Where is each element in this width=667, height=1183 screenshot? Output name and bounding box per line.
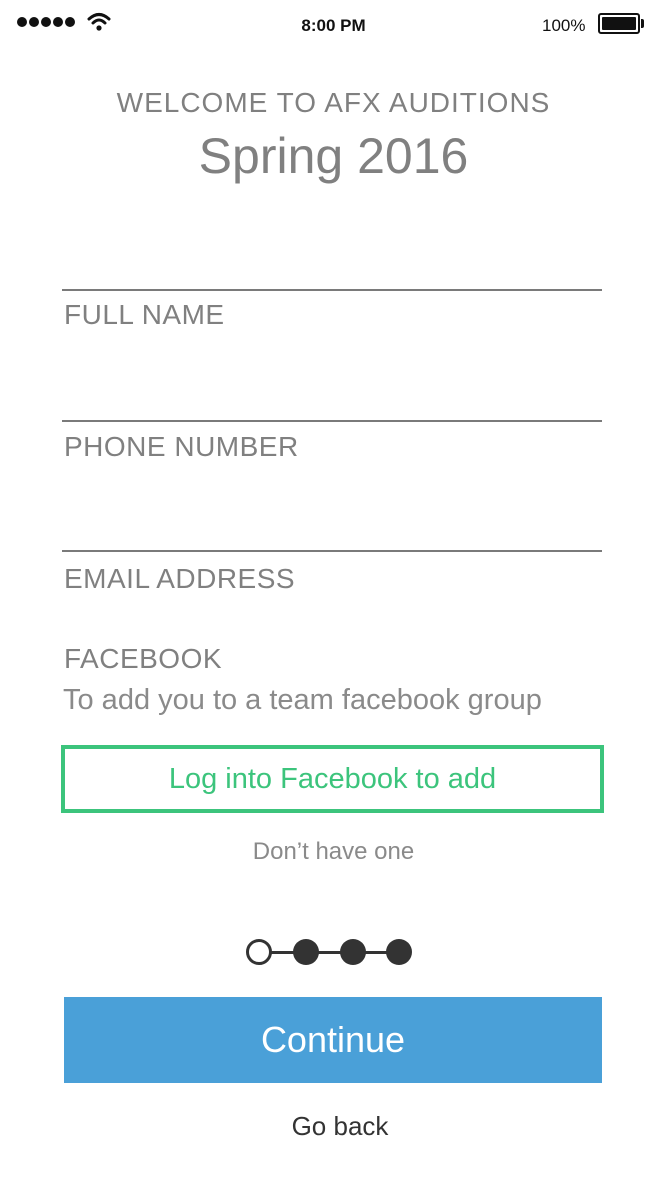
battery-icon — [598, 13, 640, 34]
facebook-login-button[interactable]: Log into Facebook to add — [61, 745, 604, 813]
go-back-link[interactable]: Go back — [0, 1111, 667, 1142]
step-3 — [340, 939, 366, 965]
welcome-title: WELCOME TO AFX AUDITIONS — [116, 87, 551, 118]
facebook-label: FACEBOOK — [64, 643, 223, 674]
step-4 — [386, 939, 412, 965]
facebook-description: To add you to a team facebook group — [63, 684, 542, 716]
email-underline — [62, 550, 602, 552]
season-title: Spring 2016 — [198, 128, 469, 184]
full-name-label: FULL NAME — [64, 299, 225, 330]
full-name-underline — [62, 289, 602, 291]
no-facebook-link[interactable]: Don’t have one — [0, 838, 667, 866]
step-2 — [293, 939, 319, 965]
email-field[interactable] — [62, 500, 602, 550]
full-name-field[interactable] — [62, 238, 602, 288]
battery-tip — [641, 19, 644, 28]
facebook-login-label: Log into Facebook to add — [168, 762, 497, 795]
step-1-current — [246, 939, 272, 965]
step-indicator — [246, 939, 412, 965]
status-bar: 8:00 PM 100% — [0, 0, 667, 52]
battery-percentage: 100% — [542, 16, 586, 35]
step-track — [258, 951, 400, 954]
continue-button[interactable]: Continue — [64, 997, 602, 1083]
phone-number-underline — [62, 420, 602, 422]
email-label: EMAIL ADDRESS — [64, 563, 296, 594]
phone-number-label: PHONE NUMBER — [64, 431, 299, 462]
phone-number-field[interactable] — [62, 369, 602, 419]
